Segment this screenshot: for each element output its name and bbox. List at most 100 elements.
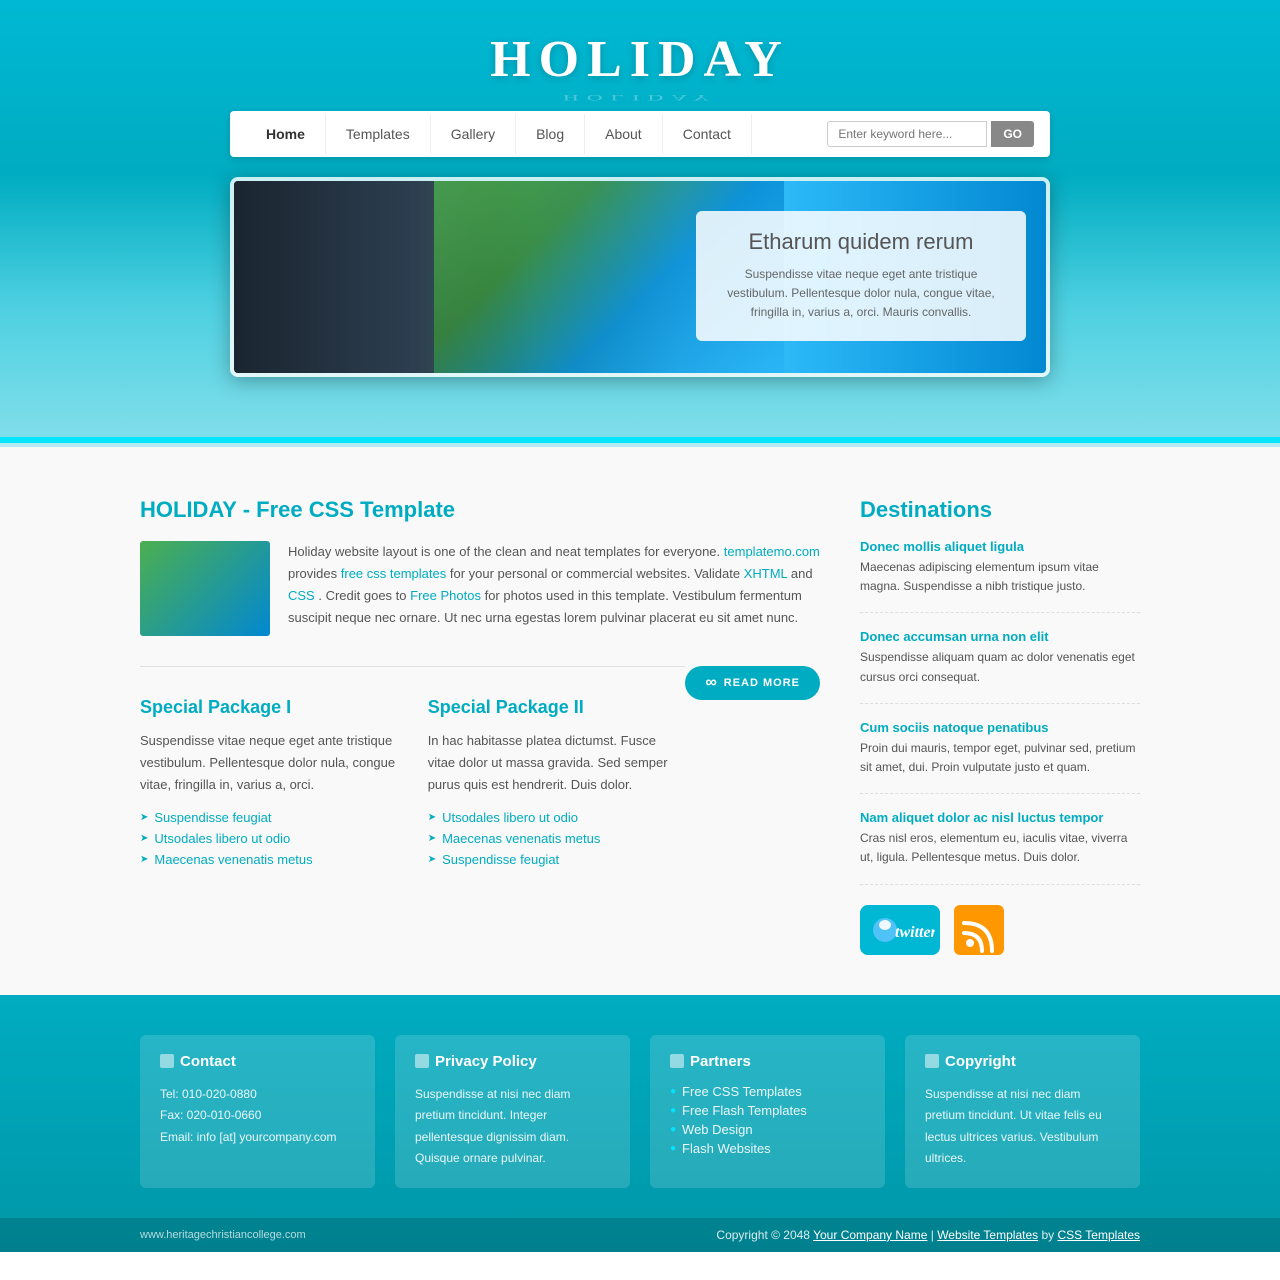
social-icons: twitter — [860, 905, 1140, 955]
nav-wrapper: Home Templates Gallery Blog About Contac… — [230, 111, 1050, 157]
partner-link-1[interactable]: Free CSS Templates — [682, 1084, 802, 1099]
main-content: HOLIDAY - Free CSS Template Holiday webs… — [0, 447, 1280, 995]
left-column: HOLIDAY - Free CSS Template Holiday webs… — [140, 497, 820, 955]
package-2-title: Special Package II — [428, 697, 686, 718]
top-section: HOLIDAY HOLIDAY Home Templates Gallery B… — [0, 0, 1280, 437]
package-2: Special Package II In hac habitasse plat… — [428, 697, 686, 873]
about-text-1: Holiday website layout is one of the cle… — [288, 544, 720, 559]
about-text-4: and — [791, 566, 813, 581]
footer-contact: Contact Tel: 010-020-0880 Fax: 020-010-0… — [140, 1035, 375, 1188]
about-image — [140, 541, 270, 636]
package-1: Special Package I Suspendisse vitae nequ… — [140, 697, 398, 873]
about-content: Holiday website layout is one of the cle… — [140, 541, 820, 636]
list-item: Maecenas venenatis metus — [140, 852, 398, 867]
website-templates-link[interactable]: Website Templates — [937, 1228, 1038, 1242]
hero-description: Suspendisse vitae neque eget ante tristi… — [716, 265, 1006, 323]
package-1-title: Special Package I — [140, 697, 398, 718]
right-sidebar: Destinations Donec mollis aliquet ligula… — [860, 497, 1140, 955]
list-item: Utsodales libero ut odio — [140, 831, 398, 846]
xhtml-link[interactable]: XHTML — [744, 566, 788, 581]
footer-partners: Partners Free CSS Templates Free Flash T… — [650, 1035, 885, 1188]
copyright-text: Copyright © 2048 — [716, 1228, 810, 1242]
dest-link-3[interactable]: Cum sociis natoque penatibus — [860, 720, 1140, 735]
package-1-link-1[interactable]: Suspendisse feugiat — [154, 810, 271, 825]
by-text: by — [1041, 1228, 1054, 1242]
footer-copyright-bar: Copyright © 2048 Your Company Name | Web… — [716, 1228, 1140, 1242]
destination-4: Nam aliquet dolor ac nisl luctus tempor … — [860, 810, 1140, 884]
footer-contact-text: Tel: 010-020-0880 Fax: 020-010-0660 Emai… — [160, 1084, 355, 1149]
footer-bottom-inner: www.heritagechristiancollege.com Copyrig… — [140, 1228, 1140, 1242]
dest-desc-2: Suspendisse aliquam quam ac dolor venena… — [860, 648, 1140, 686]
dest-desc-1: Maecenas adipiscing elementum ipsum vita… — [860, 558, 1140, 596]
section-title: HOLIDAY - Free CSS Template — [140, 497, 820, 523]
list-item: Free Flash Templates — [670, 1103, 865, 1118]
list-item: Web Design — [670, 1122, 865, 1137]
package-1-link-3[interactable]: Maecenas venenatis metus — [154, 852, 312, 867]
css-link[interactable]: CSS — [288, 588, 315, 603]
nav-search: GO — [827, 121, 1034, 147]
nav-about[interactable]: About — [585, 114, 663, 154]
read-more-label: READ MORE — [724, 677, 800, 689]
package-1-list: Suspendisse feugiat Utsodales libero ut … — [140, 810, 398, 867]
nav-contact[interactable]: Contact — [663, 114, 752, 154]
read-more-button[interactable]: ∞ READ MORE — [685, 666, 820, 700]
destination-3: Cum sociis natoque penatibus Proin dui m… — [860, 720, 1140, 794]
dest-link-2[interactable]: Donec accumsan urna non elit — [860, 629, 1140, 644]
list-item: Free CSS Templates — [670, 1084, 865, 1099]
nav-home[interactable]: Home — [246, 114, 326, 154]
svg-text:twitter: twitter — [895, 924, 935, 941]
rss-icon[interactable] — [954, 905, 1004, 955]
package-2-link-3[interactable]: Suspendisse feugiat — [442, 852, 559, 867]
templatemo-link[interactable]: templatemo.com — [724, 544, 820, 559]
css-templates-link[interactable]: free css templates — [341, 566, 447, 581]
about-text: Holiday website layout is one of the cle… — [288, 541, 820, 636]
footer-copyright-text: Suspendisse at nisi nec diam pretium tin… — [925, 1084, 1120, 1170]
nav-links: Home Templates Gallery Blog About Contac… — [246, 114, 827, 154]
package-2-link-2[interactable]: Maecenas venenatis metus — [442, 831, 600, 846]
list-item: Maecenas venenatis metus — [428, 831, 686, 846]
footer-copyright-title: Copyright — [925, 1053, 1120, 1070]
list-item: Suspendisse feugiat — [428, 852, 686, 867]
package-1-desc: Suspendisse vitae neque eget ante tristi… — [140, 730, 398, 796]
footer-privacy-title: Privacy Policy — [415, 1053, 610, 1070]
partner-link-2[interactable]: Free Flash Templates — [682, 1103, 807, 1118]
hero-title: Etharum quidem rerum — [716, 229, 1006, 255]
list-item: Suspendisse feugiat — [140, 810, 398, 825]
footer-privacy: Privacy Policy Suspendisse at nisi nec d… — [395, 1035, 630, 1188]
destinations-title: Destinations — [860, 497, 1140, 523]
package-2-link-1[interactable]: Utsodales libero ut odio — [442, 810, 578, 825]
list-item: Flash Websites — [670, 1141, 865, 1156]
site-title: HOLIDAY — [0, 30, 1280, 89]
packages-container: Special Package I Suspendisse vitae nequ… — [140, 697, 685, 873]
about-text-3: for your personal or commercial websites… — [450, 566, 744, 581]
dest-link-1[interactable]: Donec mollis aliquet ligula — [860, 539, 1140, 554]
free-photos-link[interactable]: Free Photos — [410, 588, 481, 603]
footer: Contact Tel: 010-020-0880 Fax: 020-010-0… — [0, 995, 1280, 1252]
css-templates-footer-link[interactable]: CSS Templates — [1058, 1228, 1140, 1242]
read-more-icon: ∞ — [705, 674, 717, 692]
partner-link-3[interactable]: Web Design — [682, 1122, 753, 1137]
package-1-link-2[interactable]: Utsodales libero ut odio — [154, 831, 290, 846]
package-2-desc: In hac habitasse platea dictumst. Fusce … — [428, 730, 686, 796]
footer-url: www.heritagechristiancollege.com — [140, 1229, 306, 1241]
search-button[interactable]: GO — [991, 121, 1034, 147]
nav-gallery[interactable]: Gallery — [431, 114, 516, 154]
nav-templates[interactable]: Templates — [326, 114, 431, 154]
hero-text-box: Etharum quidem rerum Suspendisse vitae n… — [696, 211, 1026, 341]
list-item: Utsodales libero ut odio — [428, 810, 686, 825]
footer-inner: Contact Tel: 010-020-0880 Fax: 020-010-0… — [140, 1035, 1140, 1218]
about-text-5: . Credit goes to — [318, 588, 410, 603]
footer-contact-title: Contact — [160, 1053, 355, 1070]
footer-privacy-text: Suspendisse at nisi nec diam pretium tin… — [415, 1084, 610, 1170]
footer-bottom: www.heritagechristiancollege.com Copyrig… — [0, 1218, 1280, 1252]
dest-desc-4: Cras nisl eros, elementum eu, iaculis vi… — [860, 829, 1140, 867]
search-input[interactable] — [827, 121, 987, 147]
company-link[interactable]: Your Company Name — [813, 1228, 927, 1242]
dest-link-4[interactable]: Nam aliquet dolor ac nisl luctus tempor — [860, 810, 1140, 825]
nav-blog[interactable]: Blog — [516, 114, 585, 154]
site-title-reflection: HOLIDAY — [0, 93, 1280, 103]
dest-desc-3: Proin dui mauris, tempor eget, pulvinar … — [860, 739, 1140, 777]
about-text-2: provides — [288, 566, 341, 581]
partner-link-4[interactable]: Flash Websites — [682, 1141, 771, 1156]
twitter-icon[interactable]: twitter — [860, 905, 940, 955]
